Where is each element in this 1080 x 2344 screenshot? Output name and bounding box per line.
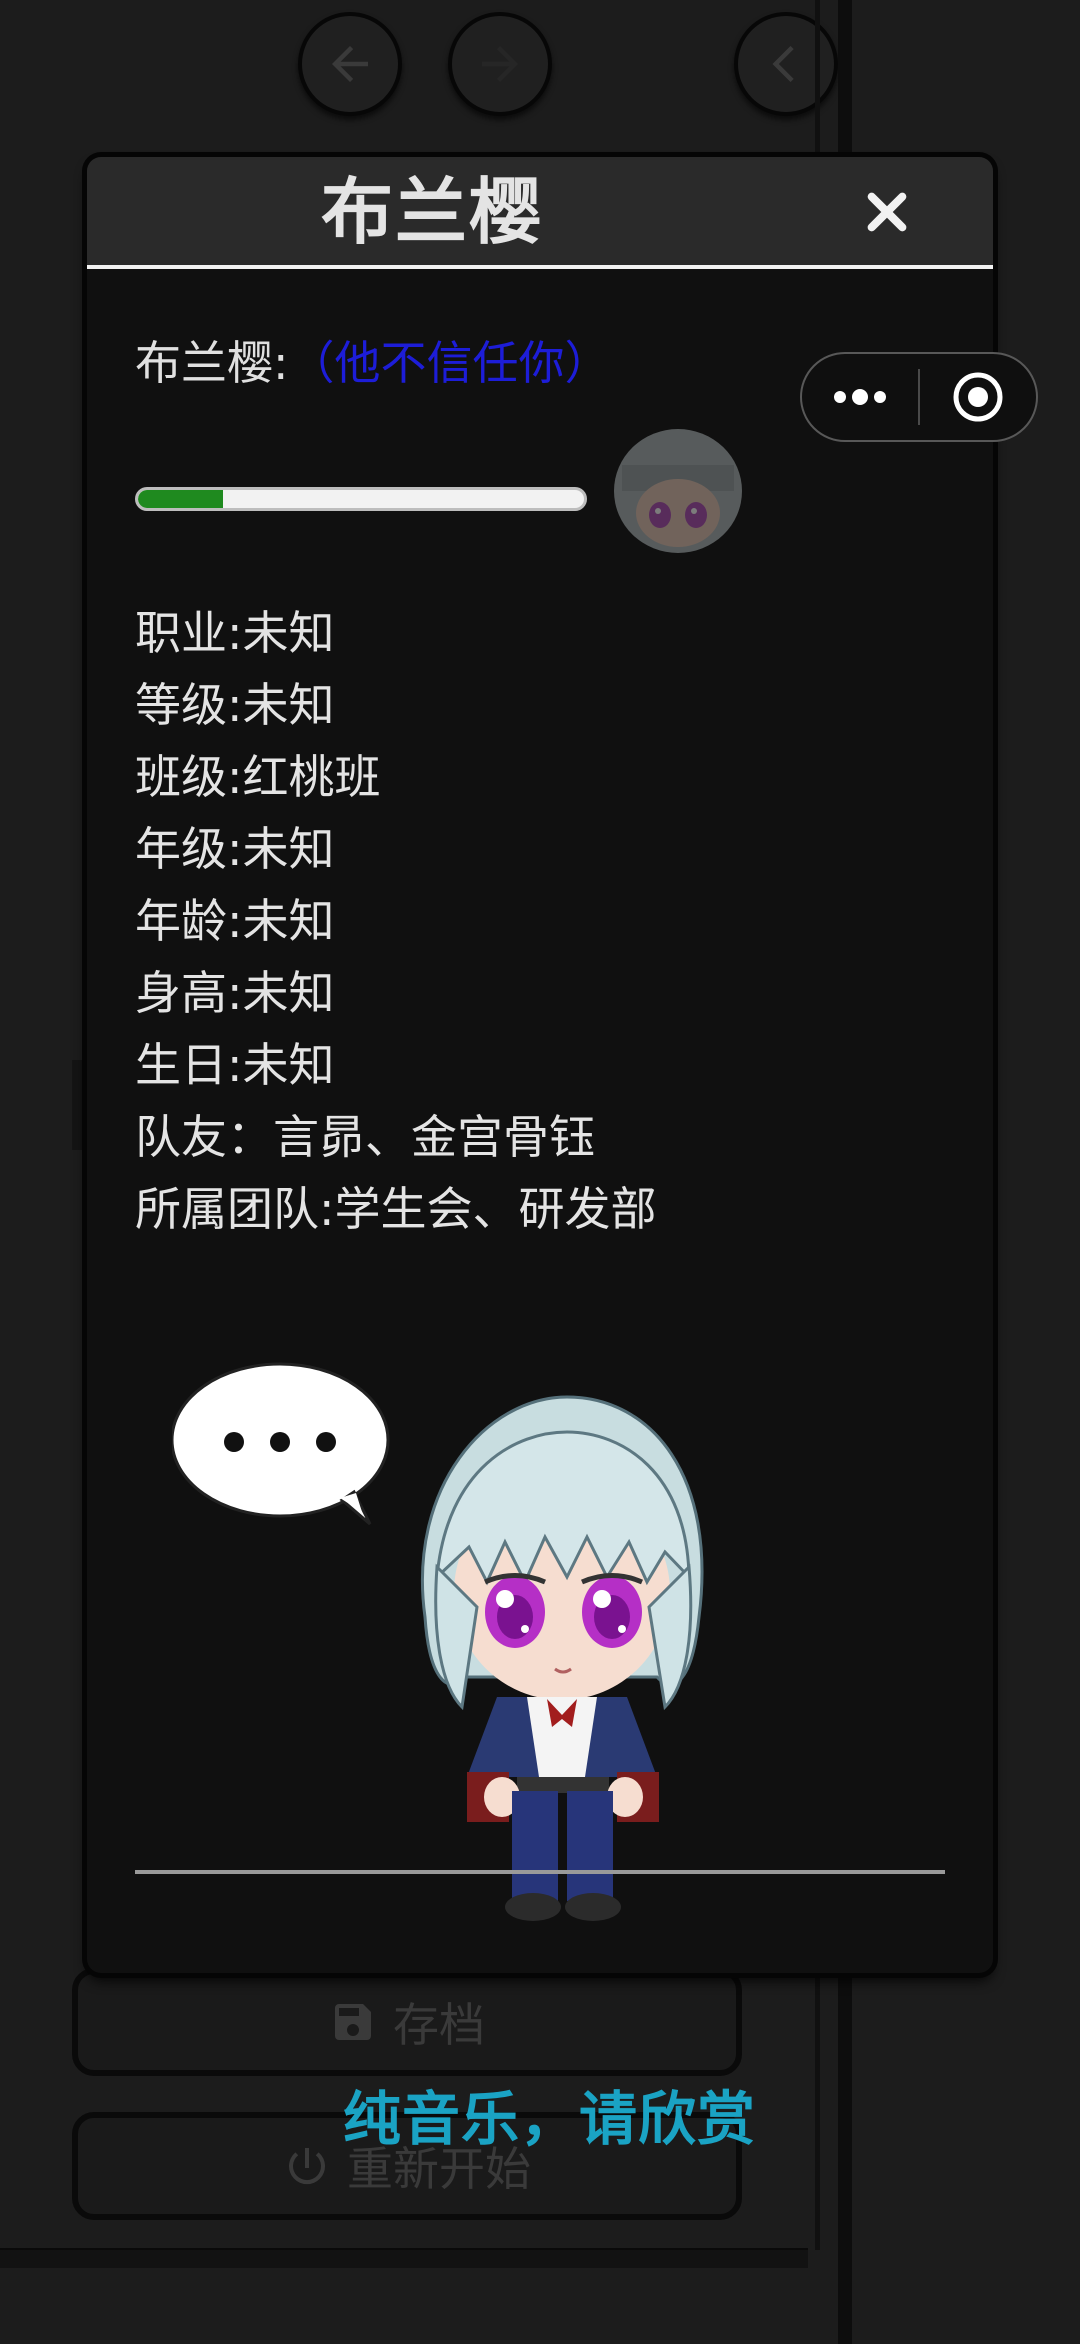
info-level: 等级:未知 [135,678,335,732]
close-x-icon [867,192,907,232]
affinity-progress-fill [138,490,223,508]
character-chibi-image [420,1395,704,1921]
modal-title: 布兰樱 [320,170,543,254]
save-button-label: 存档 [393,1998,485,2052]
back-nav-button[interactable] [298,12,402,116]
more-dots-icon [834,389,886,405]
info-height: 身高:未知 [135,966,335,1020]
collapse-nav-button[interactable] [734,12,838,116]
character-info-list: 职业:未知 等级:未知 班级:红桃班 年级:未知 年龄:未知 身高:未知 生日:… [135,597,657,1245]
character-avatar [614,429,742,553]
info-grade: 年级:未知 [135,822,335,876]
close-button[interactable] [857,182,917,242]
forward-nav-button[interactable] [448,12,552,116]
floppy-disk-icon [335,2004,371,2040]
info-birthday: 生日:未知 [135,1038,335,1092]
info-teammates: 队友：言昴、金宫骨钰 [135,1110,595,1164]
info-occupation: 职业:未知 [135,606,335,660]
speech-bubble [172,1362,390,1526]
trust-name: 布兰樱: [135,336,289,390]
miniprogram-capsule [800,352,1038,442]
trust-status: （他不信任你） [288,336,611,390]
target-circle-icon [953,372,1003,422]
more-menu-button[interactable] [802,354,918,440]
horizontal-scrollbar[interactable] [0,2248,808,2268]
affinity-progress-bar [135,487,587,511]
modal-bottom-divider [135,1870,945,1874]
bg-side-tab [72,1060,86,1150]
chevron-left-icon [772,46,794,82]
trust-status-line: 布兰樱:（他不信任你） [135,327,611,393]
info-class: 班级:红桃班 [135,750,381,804]
save-button[interactable]: 存档 [72,1968,742,2076]
arrow-left-icon [332,46,368,82]
info-age: 年龄:未知 [135,894,335,948]
power-icon [289,2148,325,2185]
info-team: 所属团队:学生会、研发部 [135,1182,657,1236]
exit-miniprogram-button[interactable] [920,354,1036,440]
music-caption: 纯音乐，请欣赏 [343,2085,757,2153]
arrow-right-icon [482,46,518,82]
modal-header: 布兰樱 [87,157,993,269]
